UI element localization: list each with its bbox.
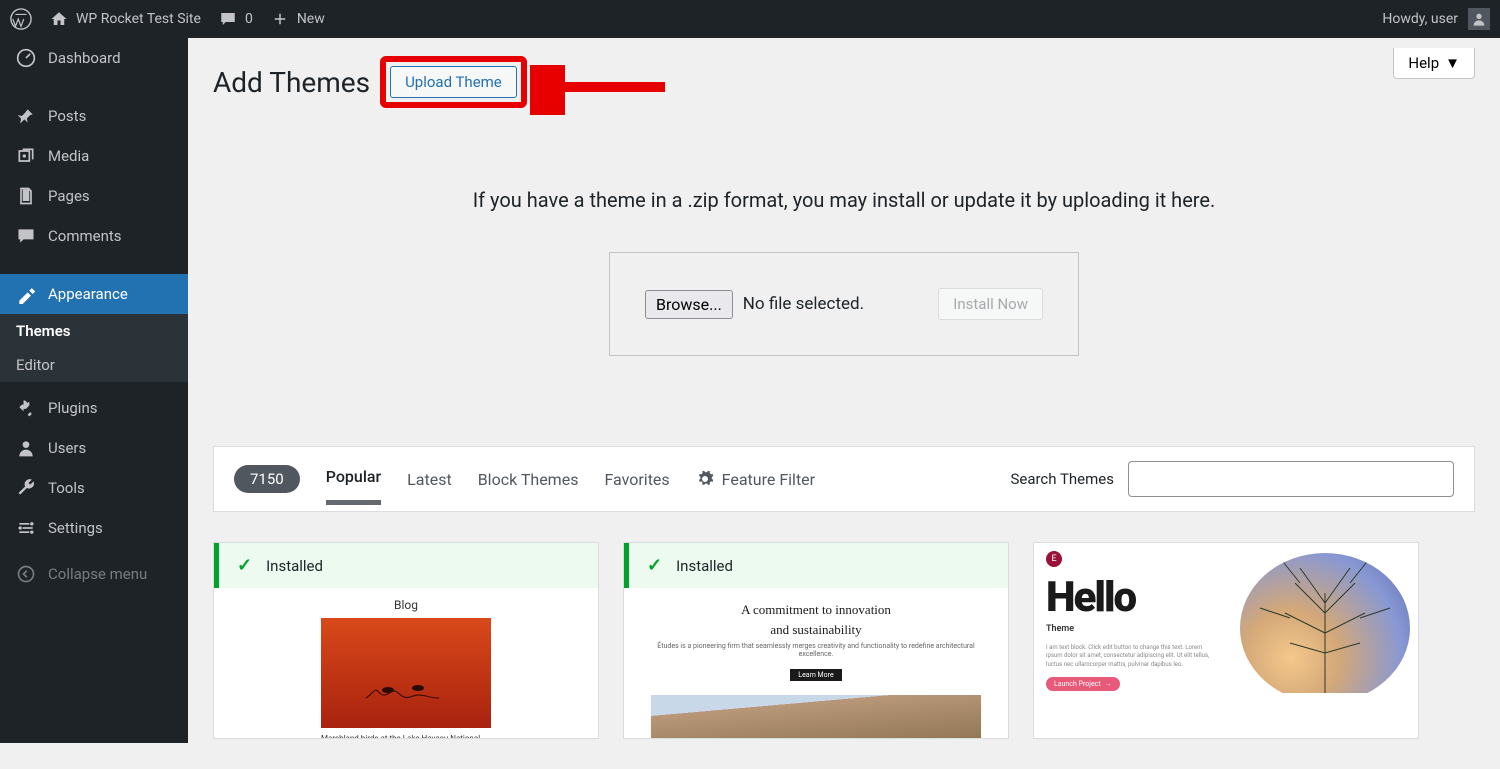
- media-icon: [16, 146, 36, 166]
- sidebar-item-comments[interactable]: Comments: [0, 216, 188, 256]
- sidebar-item-tools[interactable]: Tools: [0, 468, 188, 508]
- sidebar-item-settings[interactable]: Settings: [0, 508, 188, 548]
- dashboard-icon: [16, 48, 36, 68]
- tab-latest[interactable]: Latest: [407, 470, 452, 503]
- upload-highlight: Upload Theme: [380, 56, 527, 108]
- chevron-down-icon: ▼: [1445, 54, 1460, 72]
- feature-filter[interactable]: Feature Filter: [696, 470, 815, 489]
- theme-card[interactable]: ✓ Installed Blog Marshland birds at the …: [213, 542, 599, 739]
- sidebar-item-posts[interactable]: Posts: [0, 96, 188, 136]
- theme-preview: Blog Marshland birds at the Lake Havasu …: [214, 588, 598, 738]
- tools-icon: [16, 478, 36, 498]
- sidebar-item-label: Posts: [48, 107, 86, 125]
- comment-icon: [219, 10, 237, 28]
- installed-badge: ✓ Installed: [214, 543, 598, 588]
- pin-icon: [16, 106, 36, 126]
- sidebar-item-plugins[interactable]: Plugins: [0, 388, 188, 428]
- installed-badge: ✓ Installed: [624, 543, 1008, 588]
- main-content: Help ▼ Add Themes Upload Theme If you ha…: [188, 38, 1500, 769]
- theme-preview: E Hello Theme I am text block. Click edi…: [1034, 543, 1418, 693]
- new-label: New: [297, 11, 325, 27]
- sidebar-item-label: Plugins: [48, 399, 97, 417]
- upload-theme-button[interactable]: Upload Theme: [390, 66, 517, 98]
- home-icon: [50, 10, 68, 28]
- avatar[interactable]: [1468, 8, 1490, 30]
- upload-instructions: If you have a theme in a .zip format, yo…: [188, 188, 1500, 212]
- howdy-user[interactable]: Howdy, user: [1382, 11, 1458, 27]
- sidebar-item-label: Pages: [48, 187, 90, 205]
- sidebar-item-label: Settings: [48, 519, 103, 537]
- gear-icon: [696, 470, 714, 488]
- themes-grid: ✓ Installed Blog Marshland birds at the …: [188, 512, 1500, 769]
- sidebar-item-dashboard[interactable]: Dashboard: [0, 38, 188, 78]
- check-icon: ✓: [647, 555, 662, 576]
- check-icon: ✓: [237, 555, 252, 576]
- sidebar-item-label: Tools: [48, 479, 85, 497]
- new-link[interactable]: New: [271, 10, 325, 28]
- admin-sidebar: Dashboard Posts Media Pages Comments App…: [0, 38, 188, 743]
- filter-bar: 7150 Popular Latest Block Themes Favorit…: [213, 446, 1475, 512]
- page-title: Add Themes: [213, 66, 370, 99]
- elementor-icon: E: [1046, 551, 1062, 567]
- comments-icon: [16, 226, 36, 246]
- pages-icon: [16, 186, 36, 206]
- subitem-editor[interactable]: Editor: [0, 348, 188, 382]
- comments-link[interactable]: 0: [219, 10, 253, 28]
- comment-count: 0: [245, 11, 253, 27]
- sidebar-item-appearance[interactable]: Appearance: [0, 274, 188, 314]
- collapse-icon: [16, 564, 36, 584]
- settings-icon: [16, 518, 36, 538]
- tab-favorites[interactable]: Favorites: [604, 470, 669, 503]
- upload-box: Browse... No file selected. Install Now: [609, 252, 1079, 356]
- theme-card[interactable]: ✓ Installed A commitment to innovation a…: [623, 542, 1009, 739]
- search-label: Search Themes: [1010, 470, 1114, 488]
- theme-count: 7150: [234, 465, 300, 493]
- arrow-annotation: [530, 65, 670, 115]
- plugins-icon: [16, 398, 36, 418]
- sidebar-item-users[interactable]: Users: [0, 428, 188, 468]
- tab-popular[interactable]: Popular: [326, 467, 381, 505]
- search-input[interactable]: [1128, 461, 1454, 497]
- tab-block-themes[interactable]: Block Themes: [478, 470, 579, 503]
- wp-logo[interactable]: [10, 8, 32, 30]
- sidebar-item-label: Comments: [48, 227, 122, 245]
- plus-icon: [271, 10, 289, 28]
- users-icon: [16, 438, 36, 458]
- sidebar-item-label: Collapse menu: [48, 565, 147, 583]
- sidebar-item-label: Users: [48, 439, 86, 457]
- appearance-icon: [16, 284, 36, 304]
- site-title: WP Rocket Test Site: [76, 11, 201, 27]
- admin-bar: WP Rocket Test Site 0 New Howdy, user: [0, 0, 1500, 38]
- sidebar-item-collapse[interactable]: Collapse menu: [0, 554, 188, 594]
- sidebar-item-media[interactable]: Media: [0, 136, 188, 176]
- theme-preview: A commitment to innovation and sustainab…: [624, 588, 1008, 738]
- install-now-button[interactable]: Install Now: [938, 288, 1043, 320]
- file-status: No file selected.: [743, 294, 864, 314]
- sidebar-item-label: Dashboard: [48, 49, 121, 67]
- help-tab[interactable]: Help ▼: [1393, 48, 1475, 79]
- subitem-themes[interactable]: Themes: [0, 314, 188, 348]
- appearance-submenu: Themes Editor: [0, 314, 188, 382]
- sidebar-item-pages[interactable]: Pages: [0, 176, 188, 216]
- browse-button[interactable]: Browse...: [645, 290, 733, 319]
- site-link[interactable]: WP Rocket Test Site: [50, 10, 201, 28]
- sidebar-item-label: Appearance: [48, 285, 128, 303]
- theme-card[interactable]: E Hello Theme I am text block. Click edi…: [1033, 542, 1419, 739]
- sidebar-item-label: Media: [48, 147, 89, 165]
